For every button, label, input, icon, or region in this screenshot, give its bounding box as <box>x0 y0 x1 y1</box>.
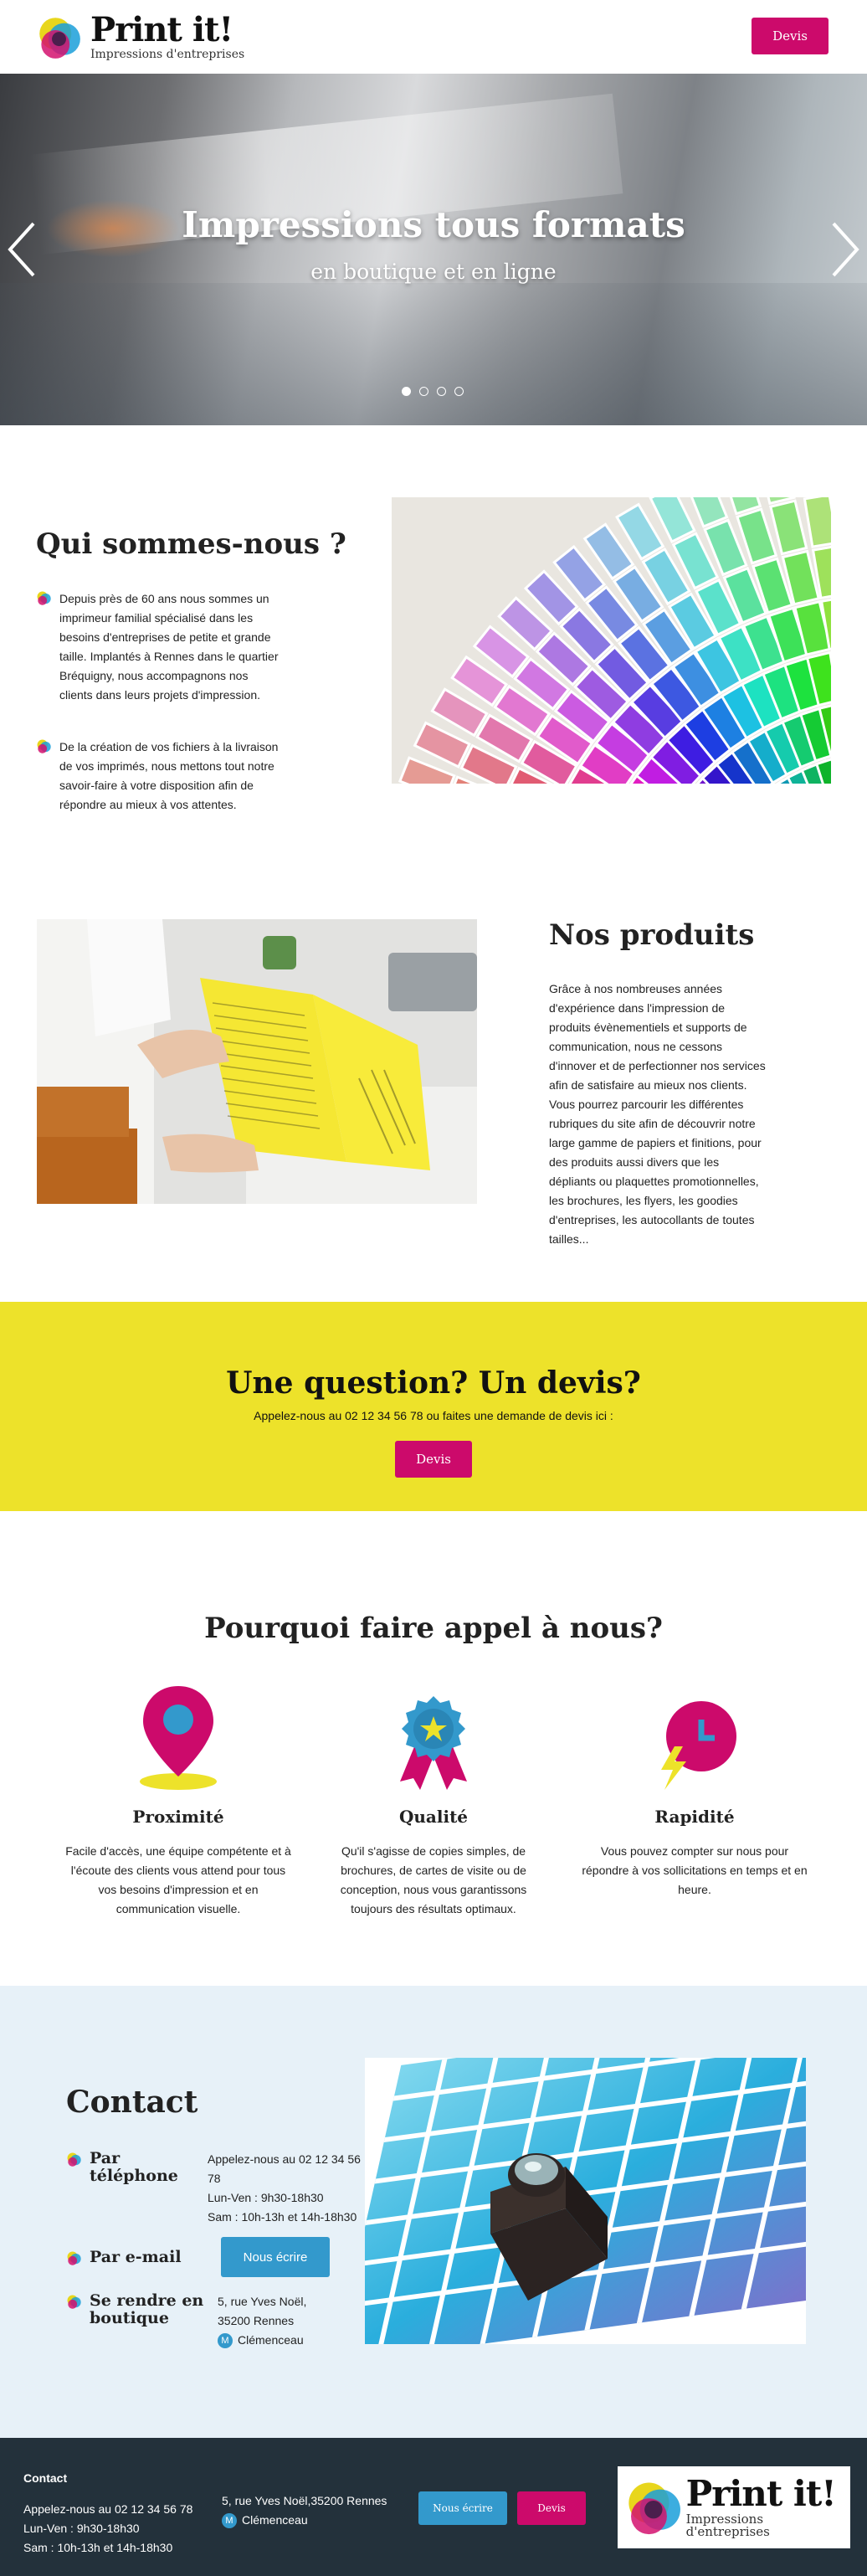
quote-banner-text: Appelez-nous au 02 12 34 56 78 ou faites… <box>254 1409 613 1422</box>
contact-metro: Clémenceau <box>238 2333 304 2347</box>
footer-hours-saturday: Sam : 10h-13h et 14h-18h30 <box>23 2541 173 2554</box>
brand-name: Print it! <box>90 10 233 49</box>
why-item-proximity: Proximité Facile d'accès, une équipe com… <box>57 1674 300 1919</box>
carousel-dot[interactable] <box>454 387 464 396</box>
brand-tagline: Impressions d'entreprises <box>90 48 245 61</box>
write-us-button[interactable]: Nous écrire <box>221 2237 330 2277</box>
chevron-right-icon[interactable] <box>829 220 862 279</box>
about-paragraph: De la création de vos fichiers à la livr… <box>36 738 279 815</box>
about-title: Qui sommes-nous ? <box>36 527 346 561</box>
cmy-bullet-icon <box>67 2152 81 2167</box>
award-ribbon-icon <box>400 1696 467 1790</box>
footer-title: Contact <box>23 2471 68 2485</box>
brand-logo[interactable]: Print it! Impressions d'entreprises <box>36 13 244 60</box>
cmy-circles-icon <box>628 2482 680 2535</box>
metro-icon: M <box>222 2513 237 2529</box>
cmy-bullet-icon <box>37 739 51 753</box>
cmy-bullet-icon <box>67 2251 81 2265</box>
contact-street: 5, rue Yves Noël, <box>218 2295 307 2308</box>
products-text: Grâce à nos nombreuses années d'expérien… <box>549 982 766 1246</box>
contact-visit: Se rendre en boutique 5, rue Yves Noël, … <box>66 2292 385 2350</box>
carousel-dots <box>402 387 464 396</box>
hero-subtitle: en boutique et en ligne <box>310 260 557 284</box>
why-item-text: Facile d'accès, une équipe compétente et… <box>65 1844 291 1915</box>
contact-email-label: Par e-mail <box>90 2248 182 2266</box>
footer-address: 5, rue Yves Noël,35200 Rennes <box>222 2494 387 2507</box>
quote-banner-title: Une question? Un devis? <box>226 1365 641 1401</box>
footer-brand-tagline: Impressions d'entreprises <box>685 2512 770 2539</box>
map-pin-icon <box>140 1686 217 1790</box>
contact-hours-saturday: Sam : 10h-13h et 14h-18h30 <box>208 2210 357 2224</box>
about-text-1: Depuis près de 60 ans nous sommes un imp… <box>59 592 279 702</box>
carousel-dot[interactable] <box>437 387 446 396</box>
site-footer: Contact Appelez-nous au 02 12 34 56 78 L… <box>0 2438 867 2576</box>
carousel-dot[interactable] <box>402 387 411 396</box>
contact-phone: Par téléphone Appelez-nous au 02 12 34 5… <box>66 2150 375 2227</box>
why-item-title: Proximité <box>132 1807 224 1827</box>
about-paragraph: Depuis près de 60 ans nous sommes un imp… <box>36 589 279 705</box>
footer-metro: Clémenceau <box>242 2513 308 2527</box>
why-item-speed: Rapidité Vous pouvez compter sur nous po… <box>573 1674 816 1900</box>
chevron-left-icon[interactable] <box>5 220 38 279</box>
footer-write-button[interactable]: Nous écrire <box>418 2491 507 2525</box>
cmy-bullet-icon <box>67 2295 81 2309</box>
contact-title: Contact <box>66 2085 198 2120</box>
contact-visit-label: Se rendre en boutique <box>90 2291 204 2327</box>
why-item-text: Qu'il s'agisse de copies simples, de bro… <box>340 1844 527 1915</box>
why-item-title: Rapidité <box>654 1807 735 1827</box>
brochure-photo <box>37 919 477 1204</box>
why-title: Pourquoi faire appel à nous? <box>204 1612 663 1645</box>
header-quote-button[interactable]: Devis <box>752 18 829 54</box>
products-title: Nos produits <box>549 918 755 952</box>
cmy-circles-icon <box>39 17 80 59</box>
quote-banner-button[interactable]: Devis <box>395 1441 472 1478</box>
contact-section: Contact Par téléphone Appelez-nous au 02… <box>0 1986 867 2438</box>
hero-carousel: Impressions tous formats en boutique et … <box>0 74 867 425</box>
contact-hours-weekday: Lun-Ven : 9h30-18h30 <box>208 2191 324 2204</box>
color-swatch-photo <box>392 497 831 784</box>
contact-phone-line[interactable]: Appelez-nous au 02 12 34 56 78 <box>208 2150 371 2188</box>
why-item-text: Vous pouvez compter sur nous pour répond… <box>582 1844 808 1896</box>
footer-hours-weekday: Lun-Ven : 9h30-18h30 <box>23 2522 140 2535</box>
hero-image-shade <box>0 283 867 425</box>
why-item-quality: Qualité Qu'il s'agisse de copies simples… <box>312 1674 555 1919</box>
clock-lightning-icon <box>661 1701 736 1790</box>
contact-email: Par e-mail Nous écrire <box>66 2237 330 2277</box>
quote-banner: Une question? Un devis? Appelez-nous au … <box>0 1302 867 1511</box>
about-text-2: De la création de vos fichiers à la livr… <box>59 740 279 811</box>
why-item-title: Qualité <box>398 1807 469 1827</box>
footer-quote-button[interactable]: Devis <box>517 2491 586 2525</box>
cmy-bullet-icon <box>37 591 51 605</box>
footer-logo[interactable]: Print it! Impressions d'entreprises <box>618 2466 850 2548</box>
loupe-photo <box>365 2058 806 2344</box>
footer-brand-name: Print it! <box>685 2473 837 2514</box>
site-header: Print it! Impressions d'entreprises Devi… <box>0 0 867 74</box>
hero-title: Impressions tous formats <box>182 204 685 245</box>
footer-phone[interactable]: Appelez-nous au 02 12 34 56 78 <box>23 2500 192 2519</box>
metro-icon: M <box>218 2333 233 2349</box>
carousel-dot[interactable] <box>419 387 428 396</box>
contact-city: 35200 Rennes <box>218 2314 295 2327</box>
contact-phone-label: Par téléphone <box>90 2149 178 2185</box>
